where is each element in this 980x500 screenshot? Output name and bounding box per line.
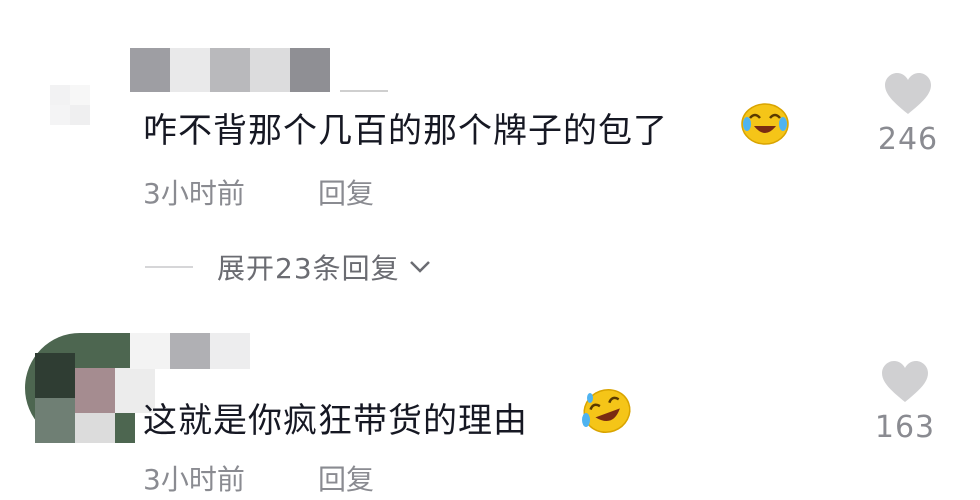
reply-button[interactable]: 回复	[318, 458, 374, 498]
comment-text: 这就是你疯狂带货的理由	[143, 401, 528, 441]
expand-replies-label: 展开23条回复	[217, 252, 400, 285]
like-button[interactable]: 246	[868, 72, 948, 157]
comment-time: 3小时前	[143, 463, 245, 496]
laugh-cry-emoji-icon	[741, 103, 789, 145]
username-masked[interactable]	[130, 333, 250, 369]
reply-button[interactable]: 回复	[318, 172, 374, 212]
comment-time: 3小时前	[143, 177, 245, 210]
expand-replies-button[interactable]: 展开23条回复	[145, 245, 432, 289]
heart-icon	[885, 73, 931, 114]
like-count: 246	[877, 122, 939, 157]
like-count: 163	[874, 410, 936, 445]
comment-text: 咋不背那个几百的那个牌子的包了	[143, 111, 668, 151]
heart-icon	[882, 361, 928, 402]
like-button[interactable]: 163	[865, 360, 945, 445]
avatar[interactable]	[50, 85, 90, 125]
rolling-laugh-emoji-icon	[582, 389, 631, 433]
divider-line	[145, 266, 193, 268]
avatar[interactable]	[25, 333, 155, 443]
username-masked[interactable]	[130, 48, 390, 92]
chevron-down-icon	[409, 261, 430, 273]
